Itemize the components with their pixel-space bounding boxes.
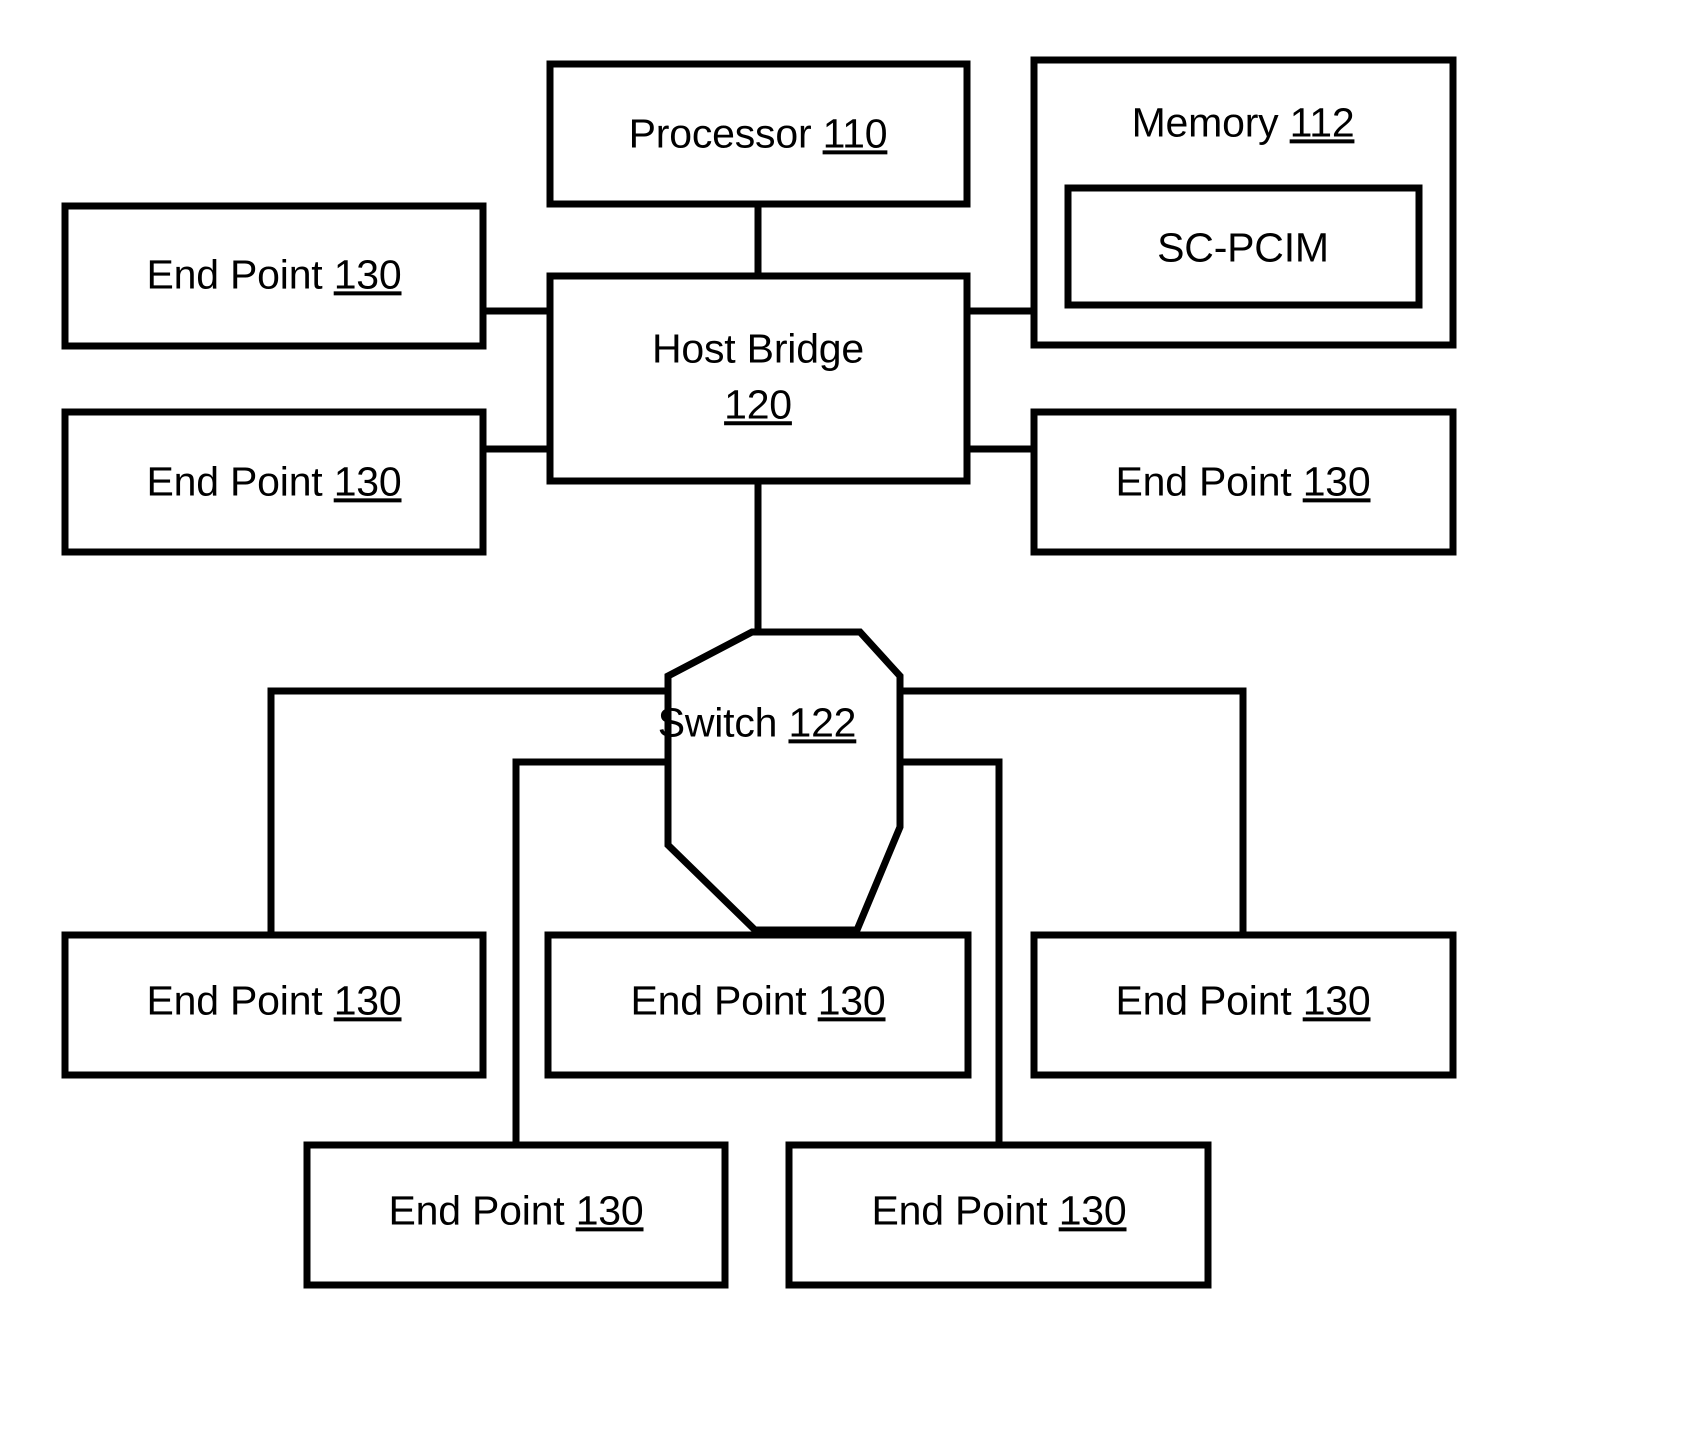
processor-block[interactable] bbox=[546, 60, 971, 208]
connector-switch-to-endpoint-bottom-right bbox=[897, 687, 1247, 939]
end-point-block-left-top[interactable] bbox=[61, 202, 487, 350]
end-point-block-left-middle[interactable] bbox=[61, 408, 487, 556]
end-point-block-lowest-left[interactable] bbox=[303, 1141, 729, 1289]
switch-block[interactable] bbox=[664, 628, 904, 934]
end-point-block-lowest-right[interactable] bbox=[785, 1141, 1212, 1289]
connector-switch-to-endpoint-bottom-left bbox=[267, 687, 671, 939]
end-point-block-bottom-left[interactable] bbox=[61, 931, 487, 1079]
sc-pcim-block[interactable] bbox=[1064, 184, 1423, 309]
end-point-block-bottom-right[interactable] bbox=[1030, 931, 1457, 1079]
end-point-block-right-middle[interactable] bbox=[1030, 408, 1457, 556]
host-bridge-block[interactable] bbox=[546, 272, 971, 485]
end-point-block-bottom-center[interactable] bbox=[544, 931, 972, 1079]
diagram-svg bbox=[61, 56, 1457, 1289]
figure-canvas: Processor 110 Memory 112 SC-PCIM Host Br… bbox=[0, 0, 1696, 1443]
